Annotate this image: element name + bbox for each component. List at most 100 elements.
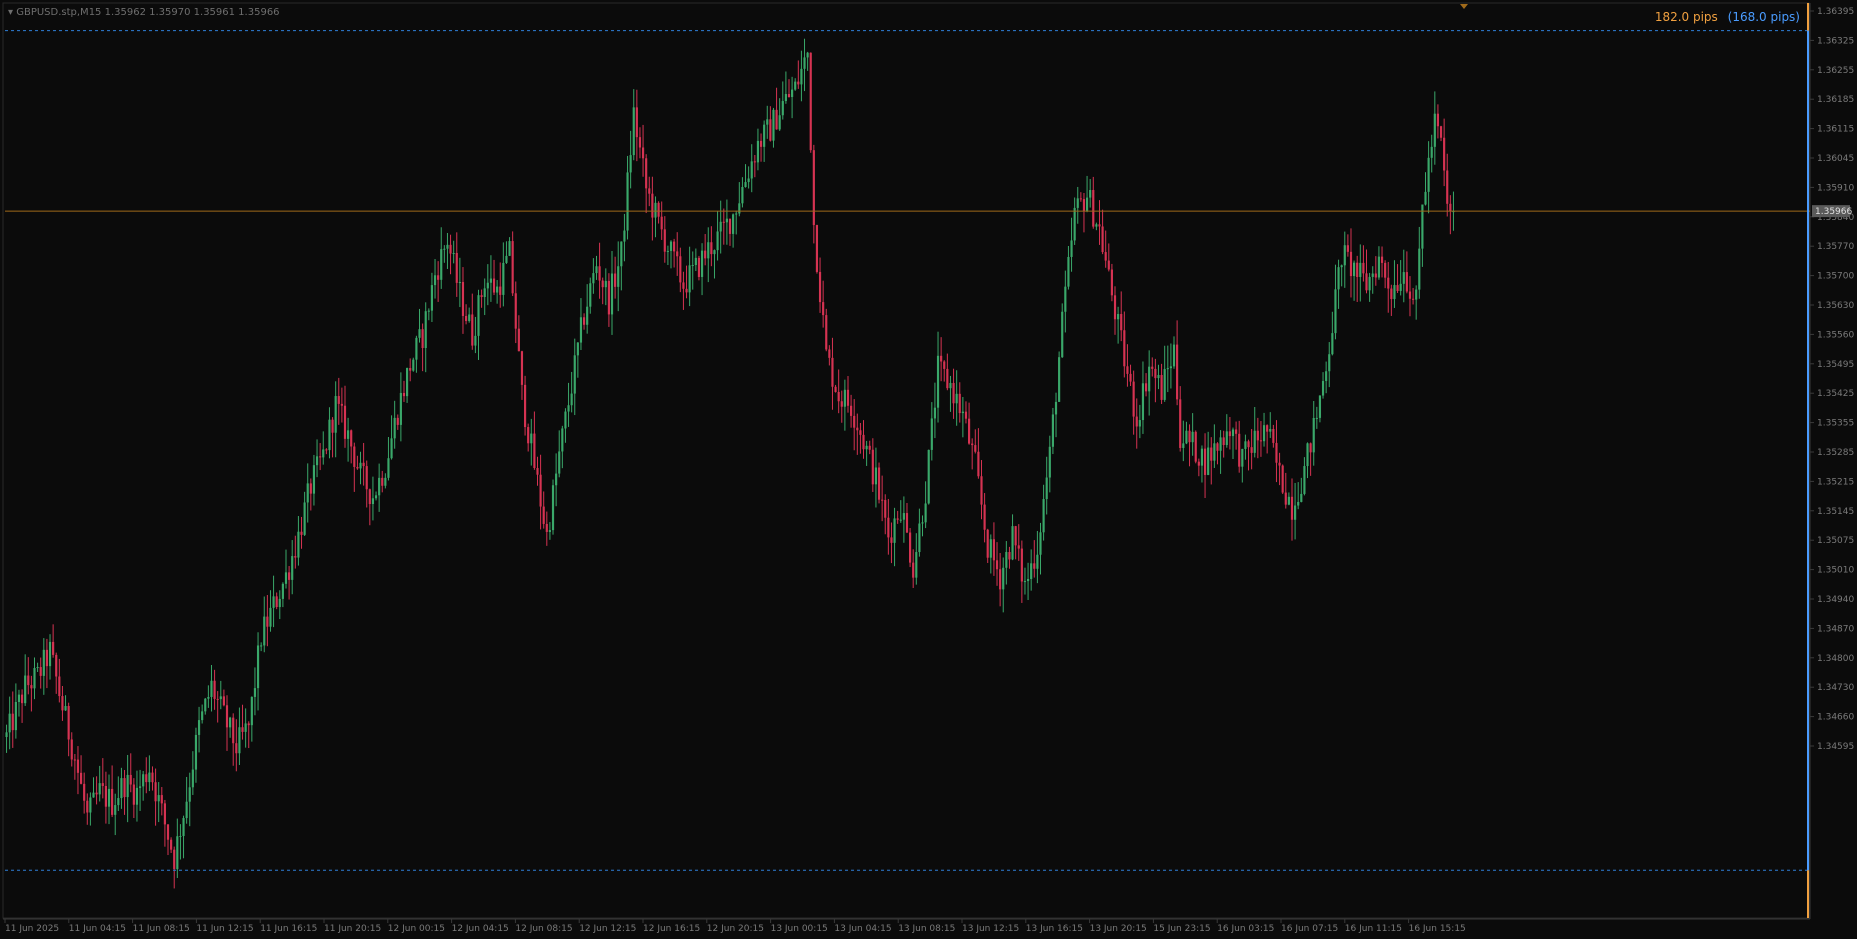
candle-body (576, 342, 579, 356)
symbol-header[interactable]: ▾ GBPUSD.stp,M15 1.35962 1.35970 1.35961… (8, 7, 280, 18)
candle-body (561, 428, 564, 452)
y-tick-label: 1.35560 (1817, 330, 1854, 340)
candle-body (76, 759, 80, 773)
candle-body (1101, 226, 1104, 253)
candle-body (1182, 443, 1185, 448)
candle-body (694, 257, 697, 266)
candle-body (312, 465, 316, 494)
candle-body (542, 506, 545, 524)
candle-body (1067, 256, 1070, 287)
candle-body (1396, 285, 1399, 291)
candle-body (384, 477, 387, 486)
candle-body (216, 698, 219, 700)
y-tick-label: 1.36255 (1817, 66, 1854, 76)
candle-body (117, 798, 120, 806)
candle-body (1266, 425, 1269, 432)
y-tick-label: 1.36325 (1817, 36, 1854, 46)
candle-body (480, 295, 483, 297)
candle-body (1095, 224, 1098, 227)
candle-body (899, 519, 902, 521)
candle-body (856, 427, 859, 431)
candle-body (738, 203, 741, 214)
candle-body (545, 523, 548, 532)
candle-body (573, 355, 576, 394)
candle-body (1141, 383, 1145, 421)
candle-body (157, 795, 160, 802)
candle-body (579, 317, 583, 343)
candle-body (20, 694, 24, 704)
candle-body (1213, 443, 1216, 461)
candle-body (992, 539, 996, 561)
candle-body (1231, 429, 1235, 437)
current-price-label: 1.35966 (1815, 207, 1852, 217)
candle-body (1026, 579, 1030, 582)
candle-body (319, 456, 322, 458)
candle-body (1216, 443, 1219, 451)
candle-body (523, 384, 527, 428)
candle-body (1210, 447, 1213, 461)
candle-body (775, 109, 778, 130)
candle-body (635, 107, 638, 138)
candle-body (1045, 477, 1048, 500)
candle-body (850, 405, 853, 416)
candle-body (912, 562, 915, 578)
candle-body (918, 523, 921, 553)
candle-body (1294, 505, 1297, 520)
candle-body (1290, 496, 1294, 520)
candle-body (682, 282, 685, 289)
candle-body (1033, 563, 1036, 569)
candle-body (1390, 288, 1393, 300)
candle-body (551, 485, 555, 531)
candle-body (449, 244, 452, 254)
candle-body (17, 694, 21, 702)
candle-body (1387, 277, 1390, 289)
candle-body (691, 265, 694, 267)
candle-body (269, 607, 272, 627)
candle-body (971, 443, 974, 446)
candle-body (967, 418, 971, 444)
candle-body (989, 539, 992, 558)
candle-body (123, 778, 126, 798)
candle-body (350, 430, 353, 447)
candle-body (1132, 381, 1135, 417)
candle-body (974, 445, 977, 452)
candle-body (589, 283, 592, 307)
candle-body (564, 411, 567, 429)
x-tick-label: 12 Jun 16:15 (643, 924, 700, 934)
candle-body (1446, 170, 1449, 204)
candle-body (337, 396, 340, 404)
candle-body (185, 801, 188, 819)
candle-body (1297, 501, 1300, 506)
collapse-triangle-icon[interactable]: ▾ (8, 7, 13, 18)
candle-body (846, 389, 850, 406)
candle-body (145, 774, 148, 783)
candle-body (812, 150, 815, 226)
y-tick-label: 1.36395 (1817, 7, 1854, 17)
candle-body (98, 783, 101, 795)
candle-body (272, 596, 275, 608)
candle-body (1424, 191, 1427, 205)
candle-body (1359, 262, 1362, 277)
candle-body (1306, 443, 1309, 467)
candlestick-chart[interactable]: 1.36395 1.36325 1.36255 1.36185 1.36115 1.360… (0, 0, 1857, 939)
candle-body (1073, 207, 1076, 241)
candle-body (940, 355, 943, 362)
candle-body (468, 314, 471, 321)
candle-body (1328, 354, 1331, 372)
candle-body (641, 147, 645, 159)
candle-body (750, 161, 753, 179)
candle-body (474, 335, 477, 346)
candle-body (964, 411, 968, 419)
candle-body (1250, 447, 1253, 453)
y-tick-label: 1.34940 (1817, 595, 1854, 605)
candle-body (896, 518, 899, 520)
candle-body (685, 288, 688, 293)
candle-body (427, 310, 430, 312)
candle-body (511, 241, 514, 294)
candle-body (492, 278, 496, 293)
candle-body (1110, 269, 1113, 296)
candle-body (446, 244, 449, 249)
chart-area[interactable]: 1.36395 1.36325 1.36255 1.36185 1.36115 1.360… (0, 0, 1857, 939)
candle-body (241, 727, 244, 732)
candle-body (315, 456, 319, 466)
